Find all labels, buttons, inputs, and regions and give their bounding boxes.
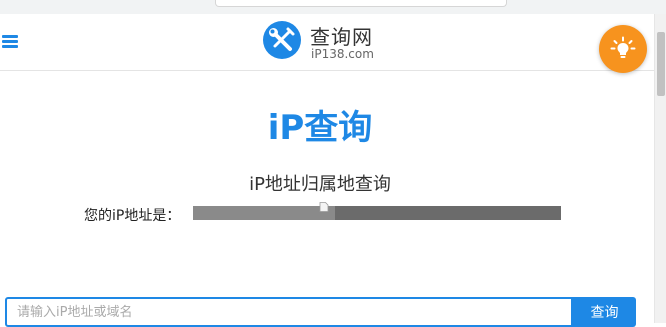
browser-top-bar bbox=[0, 0, 666, 15]
logo-title: 查询网 bbox=[310, 25, 373, 49]
hamburger-menu-icon[interactable] bbox=[2, 35, 18, 49]
page-title: iP查询 bbox=[267, 108, 373, 148]
lightbulb-icon bbox=[610, 36, 636, 58]
logo-domain: iP138.com bbox=[311, 47, 374, 61]
site-header: 查询网 iP138.com bbox=[0, 14, 654, 71]
wrench-screwdriver-logo-icon bbox=[263, 21, 301, 59]
vertical-scrollbar[interactable] bbox=[654, 14, 666, 323]
address-bar[interactable] bbox=[215, 0, 507, 7]
ip-address-label: 您的iP地址是： bbox=[84, 208, 181, 224]
scrollbar-thumb[interactable] bbox=[657, 32, 665, 96]
page-subtitle: iP地址归属地查询 bbox=[249, 174, 391, 195]
broken-image-icon bbox=[319, 202, 329, 212]
ip-address-redacted-part bbox=[193, 206, 335, 220]
idea-button[interactable] bbox=[599, 25, 647, 73]
